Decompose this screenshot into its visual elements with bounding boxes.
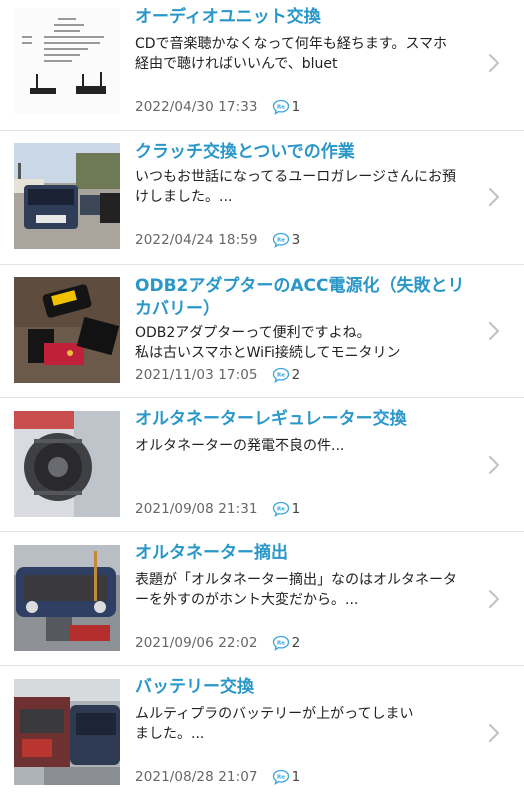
- post-excerpt: オルタネーターの発電不良の件...: [135, 438, 345, 454]
- post-meta: 2021/09/08 21:31 Re 1: [135, 499, 300, 519]
- list-item[interactable]: オルタネーターレギュレーター交換 オルタネーターの発電不良の件... 2021/…: [0, 398, 524, 532]
- comment-icon: Re: [272, 232, 290, 248]
- post-date: 2021/08/28 21:07: [135, 769, 258, 785]
- post-meta: 2021/09/06 22:02 Re 2: [135, 633, 300, 653]
- comment-count: 2: [291, 635, 301, 651]
- comment-icon: Re: [272, 367, 290, 383]
- chevron-right-icon: [488, 455, 500, 475]
- comment-icon: Re: [272, 501, 290, 517]
- post-title[interactable]: クラッチ交換とついでの作業: [135, 141, 470, 164]
- post-date: 2022/04/24 18:59: [135, 232, 258, 248]
- post-date: 2021/09/06 22:02: [135, 635, 258, 651]
- post-date: 2021/09/08 21:31: [135, 501, 258, 517]
- post-title[interactable]: バッテリー交換: [135, 676, 470, 699]
- post-title[interactable]: ODB2アダプターのACC電源化（失敗とリカバリー）: [135, 275, 470, 321]
- chevron-right-icon: [488, 187, 500, 207]
- post-meta: 2022/04/30 17:33 Re 1: [135, 97, 300, 117]
- comment-count: 1: [291, 99, 301, 115]
- post-meta: 2022/04/24 18:59 Re 3: [135, 230, 300, 250]
- post-excerpt: いつもお世話になってるユーロガレージさんにお預 けしました。...: [135, 169, 457, 205]
- post-date: 2022/04/30 17:33: [135, 99, 258, 115]
- post-thumbnail: [14, 143, 120, 249]
- post-meta: 2021/11/03 17:05 Re 2: [135, 365, 300, 385]
- post-title[interactable]: オルタネーターレギュレーター交換: [135, 408, 470, 431]
- comment-icon: Re: [272, 635, 290, 651]
- svg-text:Re: Re: [277, 507, 285, 513]
- post-thumbnail: [14, 8, 120, 114]
- comment-icon: Re: [272, 99, 290, 115]
- post-meta: 2021/08/28 21:07 Re 1: [135, 767, 300, 787]
- svg-text:Re: Re: [277, 105, 285, 111]
- post-title[interactable]: オルタネーター摘出: [135, 542, 470, 565]
- svg-text:Re: Re: [277, 775, 285, 781]
- post-excerpt: CDで音楽聴かなくなって何年も経ちます。スマホ 経由で聴ければいいんで、blue…: [135, 36, 448, 72]
- list-item[interactable]: オーディオユニット交換 CDで音楽聴かなくなって何年も経ちます。スマホ 経由で聴…: [0, 0, 524, 131]
- comment-count: 2: [291, 367, 301, 383]
- chevron-right-icon: [488, 589, 500, 609]
- comment-count: 3: [291, 232, 301, 248]
- svg-text:Re: Re: [277, 641, 285, 647]
- comment-count: 1: [291, 769, 301, 785]
- list-item[interactable]: ODB2アダプターのACC電源化（失敗とリカバリー） ODB2アダプターって便利…: [0, 265, 524, 398]
- svg-text:Re: Re: [277, 373, 285, 379]
- comment-icon: Re: [272, 769, 290, 785]
- list-item[interactable]: バッテリー交換 ムルティプラのバッテリーが上がってしまい ました。... 202…: [0, 666, 524, 800]
- blog-post-list: オーディオユニット交換 CDで音楽聴かなくなって何年も経ちます。スマホ 経由で聴…: [0, 0, 524, 800]
- chevron-right-icon: [488, 53, 500, 73]
- post-thumbnail: [14, 545, 120, 651]
- chevron-right-icon: [488, 321, 500, 341]
- post-thumbnail: [14, 411, 120, 517]
- list-item[interactable]: クラッチ交換とついでの作業 いつもお世話になってるユーロガレージさんにお預 けし…: [0, 131, 524, 265]
- post-title[interactable]: オーディオユニット交換: [135, 6, 470, 29]
- post-excerpt: ODB2アダプターって便利ですよね。 私は古いスマホとWiFi接続してモニタリン: [135, 325, 401, 361]
- post-excerpt: ムルティプラのバッテリーが上がってしまい ました。...: [135, 706, 414, 742]
- comment-count: 1: [291, 501, 301, 517]
- post-thumbnail: [14, 679, 120, 785]
- post-excerpt: 表題が「オルタネーター摘出」なのはオルタネータ ーを外すのがホント大変だから。.…: [135, 572, 457, 608]
- post-date: 2021/11/03 17:05: [135, 367, 258, 383]
- chevron-right-icon: [488, 723, 500, 743]
- post-thumbnail: [14, 277, 120, 383]
- list-item[interactable]: オルタネーター摘出 表題が「オルタネーター摘出」なのはオルタネータ ーを外すのが…: [0, 532, 524, 666]
- svg-text:Re: Re: [277, 238, 285, 244]
